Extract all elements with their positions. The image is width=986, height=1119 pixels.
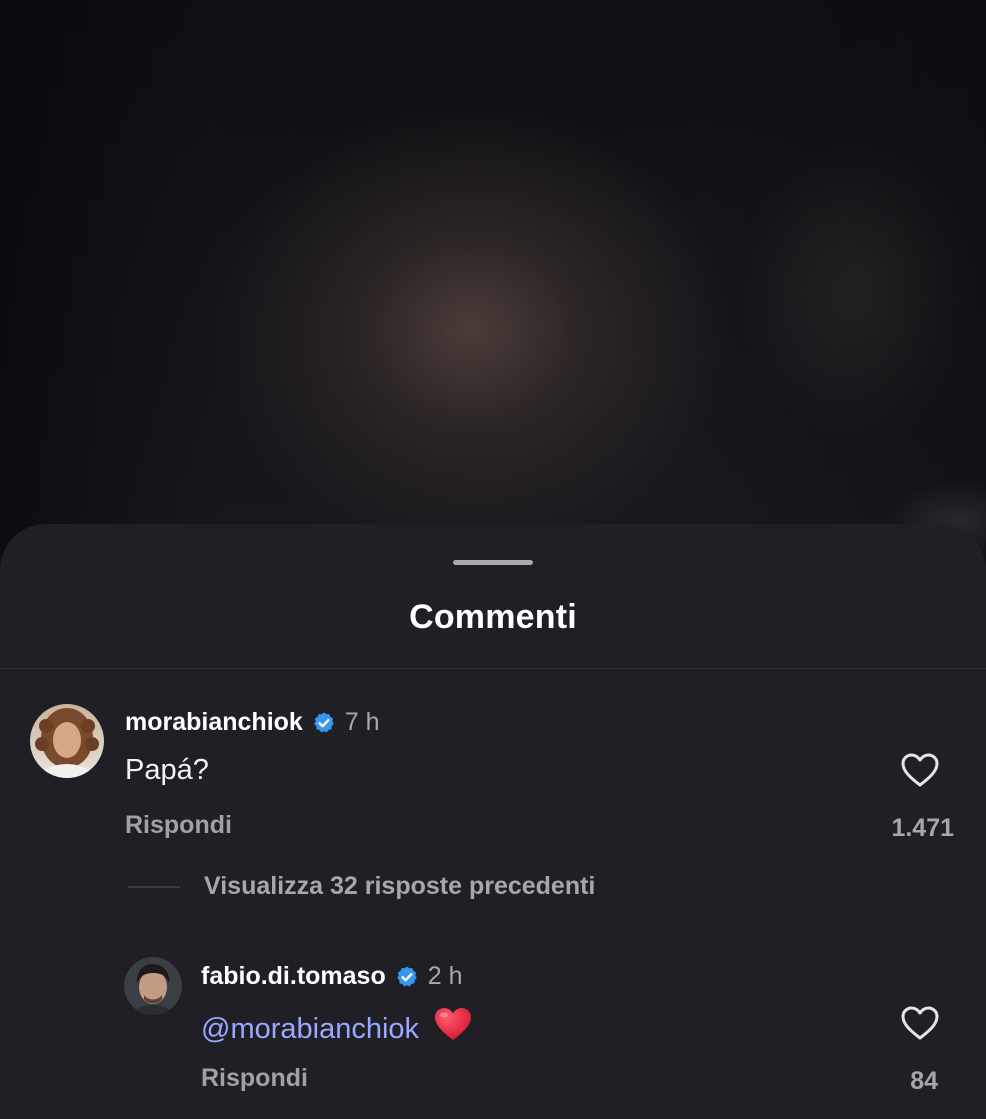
red-heart-emoji-icon [435, 1008, 472, 1040]
avatar-man-icon [124, 957, 182, 1015]
reply-item: fabio.di.tomaso 2 h @morabianchiok Rispo… [0, 524, 986, 1119]
reply-meta: fabio.di.tomaso 2 h [201, 962, 463, 991]
reply-avatar[interactable] [124, 957, 182, 1015]
reply-time: 2 h [427, 962, 463, 990]
video-shade [0, 0, 986, 600]
reply-username[interactable]: fabio.di.tomaso [201, 962, 386, 991]
reply-text: @morabianchiok [201, 1006, 473, 1046]
reply-mention-link[interactable]: @morabianchiok [201, 1013, 419, 1045]
comments-sheet: Commenti morabianchiok 7 h Papá? Rispond… [0, 524, 986, 1119]
reply-reply-button[interactable]: Rispondi [201, 1064, 308, 1093]
reply-like-heart-icon[interactable] [900, 1005, 940, 1041]
reel-comments-screen: Commenti morabianchiok 7 h Papá? Rispond… [0, 0, 986, 1119]
reply-like-count: 84 [910, 1067, 938, 1095]
verified-badge-icon [397, 966, 417, 986]
